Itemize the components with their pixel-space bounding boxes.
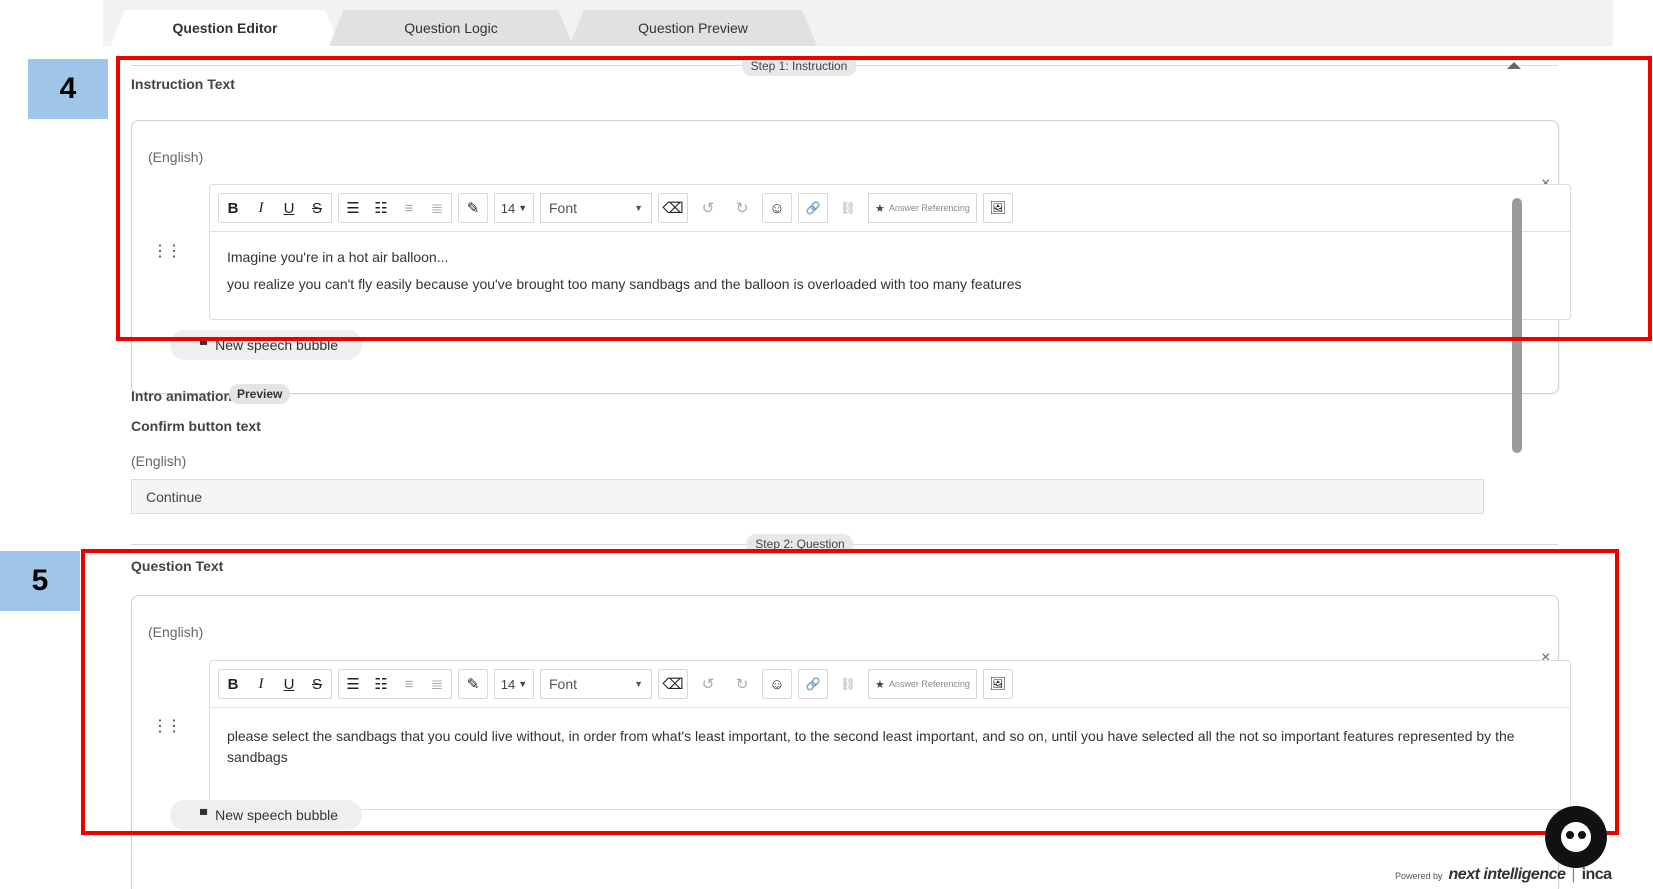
footer-branding: Powered by next intelligence | inca — [1395, 866, 1612, 884]
powered-by-label: Powered by — [1395, 871, 1443, 881]
highlight-box-step-4 — [116, 56, 1652, 341]
tab-question-logic[interactable]: Question Logic — [329, 10, 573, 46]
input-value: Continue — [146, 488, 203, 505]
language-label: (English) — [131, 453, 187, 469]
app-root: Question Editor Question Logic Question … — [0, 0, 1653, 889]
tab-bar: Question Editor Question Logic Question … — [103, 0, 1613, 46]
product-logo: inca — [1581, 866, 1613, 883]
intro-animation-label: Intro animation — [131, 388, 233, 404]
preview-button[interactable]: Preview — [229, 384, 291, 404]
highlight-box-step-5 — [81, 549, 1619, 835]
confirm-button-text-input[interactable]: Continue — [131, 479, 1484, 514]
tab-label: Question Logic — [404, 20, 498, 36]
speech-bubble-icon: ▀ — [200, 339, 208, 351]
annotation-badge: 4 — [28, 59, 108, 119]
tab-question-preview[interactable]: Question Preview — [569, 10, 817, 46]
assistant-mascot-icon[interactable] — [1545, 806, 1607, 868]
tab-question-editor[interactable]: Question Editor — [111, 10, 339, 46]
footer-separator: | — [1571, 866, 1576, 883]
brand-logo: next intelligence — [1448, 866, 1566, 883]
tab-label: Question Editor — [172, 20, 278, 36]
tab-label: Question Preview — [638, 20, 748, 36]
annotation-badge: 5 — [0, 551, 80, 611]
confirm-button-label: Confirm button text — [131, 418, 261, 434]
